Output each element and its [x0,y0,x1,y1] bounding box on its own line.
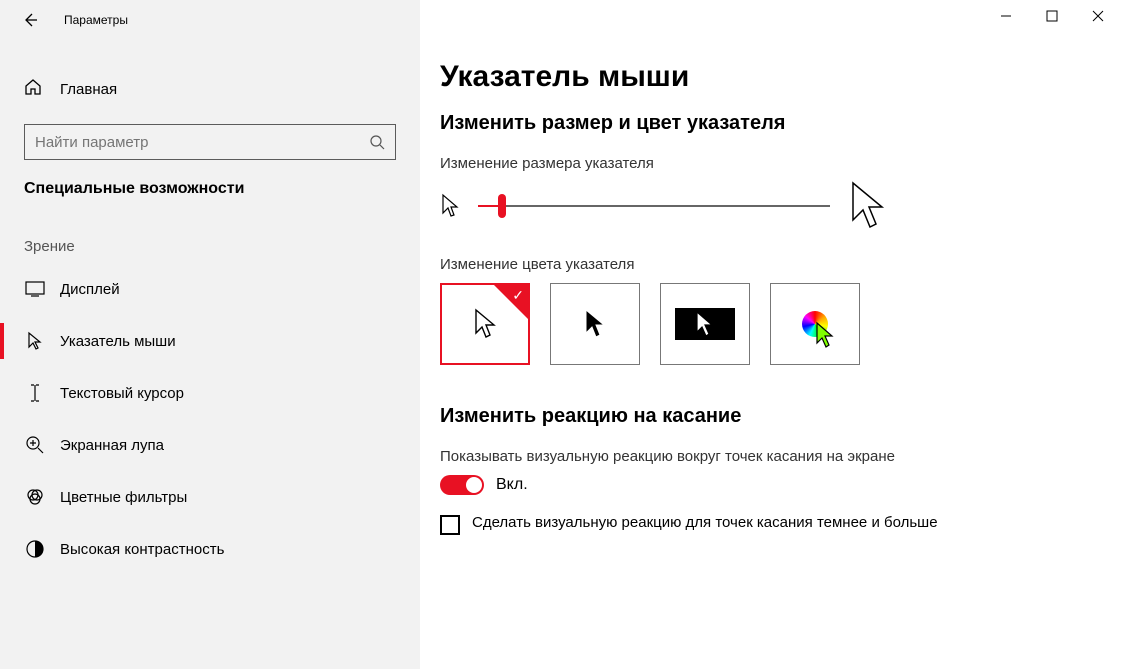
touch-feedback-toggle[interactable] [440,475,484,495]
search-icon [369,134,385,150]
nav-label: Цветные фильтры [60,489,187,506]
slider-thumb[interactable] [498,194,506,218]
section-heading-touch: Изменить реакцию на касание [440,405,1101,428]
checkbox-label: Сделать визуальную реакцию для точек кас… [472,513,938,533]
size-label: Изменение размера указателя [440,155,1101,172]
cursor-black-icon [582,307,608,341]
sidebar-item-display[interactable]: Дисплей [0,263,420,315]
sidebar-item-magnifier[interactable]: Экранная лупа [0,419,420,471]
magnifier-icon [24,435,46,455]
titlebar: Параметры [0,0,420,40]
check-icon: ✓ [512,287,524,304]
close-button[interactable] [1075,0,1121,32]
section-heading: Изменить размер и цвет указателя [440,112,1101,135]
color-label: Изменение цвета указателя [440,256,1101,273]
pointer-color-options: ✓ [440,283,1101,365]
sidebar: Параметры Главная Специальные возможност… [0,0,420,669]
sidebar-item-high-contrast[interactable]: Высокая контрастность [0,523,420,575]
main-content: Указатель мыши Изменить размер и цвет ук… [420,0,1121,669]
minimize-icon [1000,10,1012,22]
minimize-button[interactable] [983,0,1029,32]
pointer-size-slider-row [440,180,1101,232]
cursor-small-icon [440,193,460,219]
group-label: Зрение [0,208,420,263]
inverted-bg [675,308,735,340]
nav-label: Текстовый курсор [60,385,184,402]
high-contrast-icon [24,540,46,558]
pointer-size-slider[interactable] [478,205,830,207]
cursor-large-icon [848,180,888,232]
color-filters-icon [24,487,46,507]
page-title: Указатель мыши [440,60,1101,94]
cursor-inverted-icon [694,310,716,338]
home-icon [24,78,42,100]
nav-label: Дисплей [60,281,120,298]
section-title: Специальные возможности [0,160,420,208]
back-button[interactable] [16,6,44,34]
touch-feedback-toggle-row: Вкл. [440,475,1101,495]
toggle-state-label: Вкл. [496,476,528,494]
touch-feedback-darker-row[interactable]: Сделать визуальную реакцию для точек кас… [440,513,1000,535]
arrow-left-icon [22,12,38,28]
pointer-color-custom[interactable] [770,283,860,365]
pointer-color-inverted[interactable] [660,283,750,365]
cursor-color-icon [814,321,836,349]
sidebar-item-home[interactable]: Главная [0,70,420,108]
search-input[interactable] [35,134,369,151]
sidebar-item-color-filters[interactable]: Цветные фильтры [0,471,420,523]
text-cursor-icon [24,383,46,403]
window-controls [983,0,1121,32]
pointer-color-black[interactable] [550,283,640,365]
nav-label: Высокая контрастность [60,541,224,558]
maximize-button[interactable] [1029,0,1075,32]
app-title: Параметры [64,13,128,27]
nav-label: Экранная лупа [60,437,164,454]
checkbox[interactable] [440,515,460,535]
pointer-icon [24,331,46,351]
nav-label: Указатель мыши [60,333,176,350]
maximize-icon [1046,10,1058,22]
close-icon [1092,10,1104,22]
search-box[interactable] [24,124,396,160]
display-icon [24,281,46,297]
home-label: Главная [60,81,117,98]
pointer-color-white[interactable]: ✓ [440,283,530,365]
touch-desc: Показывать визуальную реакцию вокруг точ… [440,448,1101,465]
sidebar-item-mouse-pointer[interactable]: Указатель мыши [0,315,420,367]
sidebar-item-text-cursor[interactable]: Текстовый курсор [0,367,420,419]
